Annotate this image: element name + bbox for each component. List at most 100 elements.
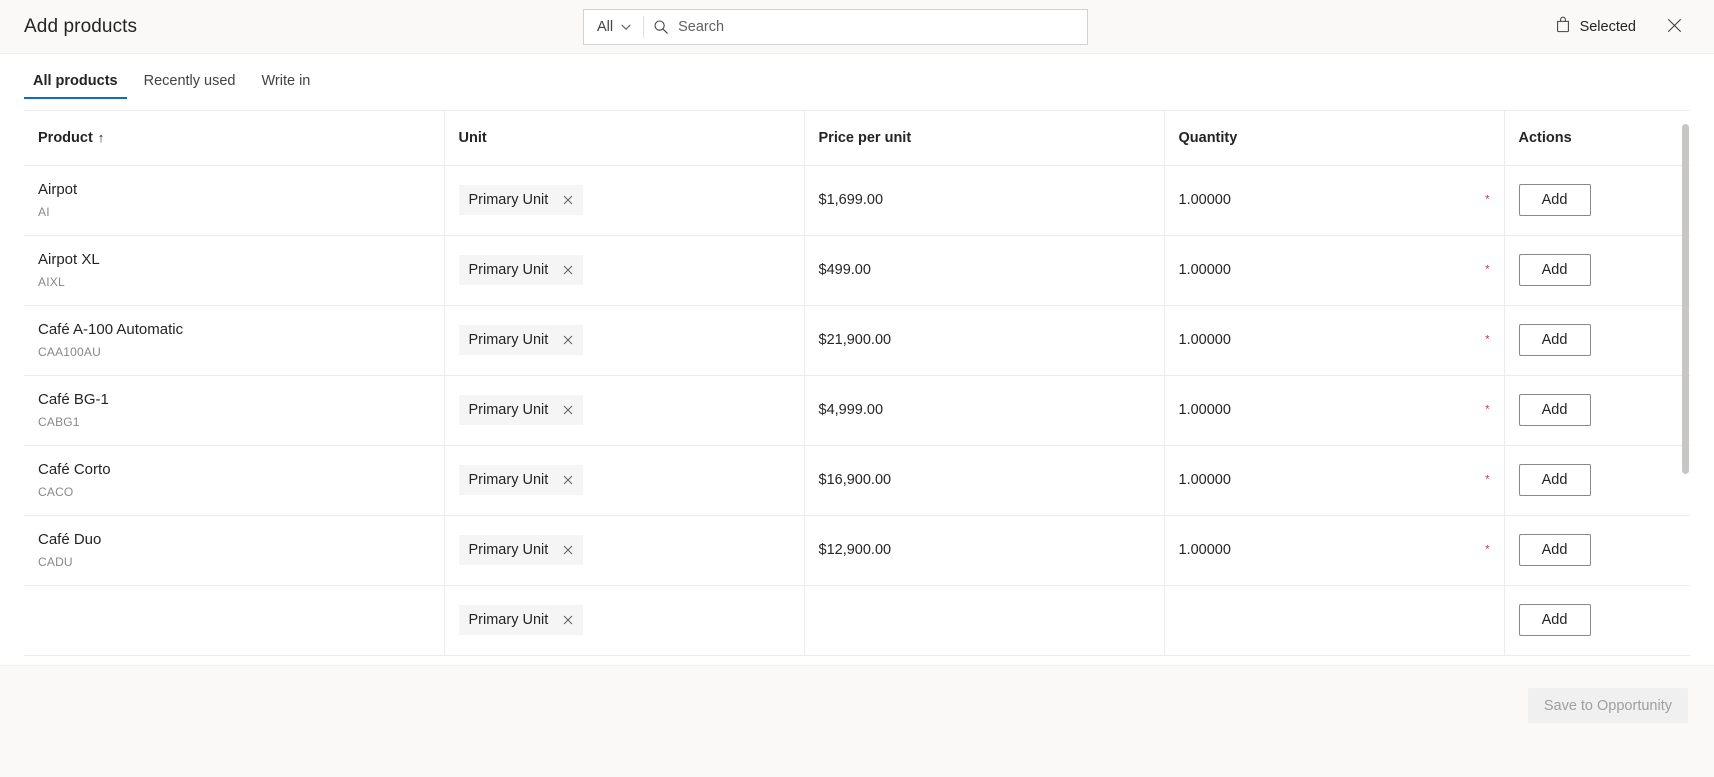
add-button[interactable]: Add [1518, 534, 1591, 566]
add-button[interactable]: Add [1518, 254, 1591, 286]
table-row[interactable]: Airpot AI Primary Unit $1,699.00 1.00000… [24, 165, 1690, 236]
chevron-down-icon [620, 21, 632, 33]
vertical-scrollbar[interactable] [1681, 111, 1690, 665]
product-code: AIXL [38, 274, 65, 289]
cell-product: Café A-100 Automatic CAA100AU [24, 305, 445, 376]
unit-chip[interactable]: Primary Unit [458, 325, 584, 355]
add-button[interactable]: Add [1518, 604, 1591, 636]
close-icon[interactable] [562, 614, 574, 626]
add-button[interactable]: Add [1518, 324, 1591, 356]
unit-chip[interactable]: Primary Unit [458, 255, 584, 285]
column-header-product[interactable]: Product ↑ [24, 111, 445, 166]
add-button[interactable]: Add [1518, 394, 1591, 426]
required-indicator: * [1485, 473, 1490, 486]
unit-chip[interactable]: Primary Unit [458, 605, 584, 635]
cell-actions: Add [1504, 165, 1690, 236]
search-scope-label: All [597, 19, 614, 35]
product-code: AI [38, 204, 50, 219]
selected-button-label: Selected [1579, 18, 1636, 35]
table-row[interactable]: Café Corto CACO Primary Unit $16,900.00 [24, 445, 1690, 516]
unit-chip-label: Primary Unit [468, 192, 549, 208]
save-to-opportunity-button[interactable]: Save to Opportunity [1527, 688, 1688, 723]
selected-button[interactable]: Selected [1543, 10, 1648, 44]
cell-actions: Add [1504, 375, 1690, 446]
close-button[interactable] [1654, 9, 1694, 45]
column-header-price-per-unit[interactable]: Price per unit [804, 111, 1165, 166]
product-name: Café A-100 Automatic [38, 321, 184, 339]
cell-quantity[interactable] [1164, 585, 1505, 656]
cell-unit: Primary Unit [444, 305, 805, 376]
header-actions: Selected [1543, 9, 1714, 45]
quantity-value: 1.00000 [1178, 542, 1231, 558]
cell-unit: Primary Unit [444, 235, 805, 306]
column-header-quantity[interactable]: Quantity [1164, 111, 1505, 166]
tab-write-in[interactable]: Write in [252, 73, 319, 100]
column-header-product-label: Product [38, 129, 93, 146]
cell-product: Café BG-1 CABG1 [24, 375, 445, 446]
cell-price: $1,699.00 [804, 165, 1165, 236]
unit-chip[interactable]: Primary Unit [458, 185, 584, 215]
cell-product: Café Duo CADU [24, 515, 445, 586]
cell-unit: Primary Unit [444, 445, 805, 516]
search-scope-dropdown[interactable]: All [584, 10, 643, 44]
cell-product: Café Corto CACO [24, 445, 445, 516]
cell-actions: Add [1504, 515, 1690, 586]
add-button[interactable]: Add [1518, 184, 1591, 216]
cell-price [804, 585, 1165, 656]
unit-chip-label: Primary Unit [468, 332, 549, 348]
unit-chip-label: Primary Unit [468, 612, 549, 628]
close-icon[interactable] [562, 264, 574, 276]
shopping-bag-icon [1555, 16, 1571, 37]
table-row[interactable]: Café Duo CADU Primary Unit $12,900.00 1.… [24, 515, 1690, 586]
product-name: Airpot XL [38, 251, 100, 269]
cell-quantity[interactable]: 1.00000 * [1164, 235, 1505, 306]
cell-quantity[interactable]: 1.00000 * [1164, 305, 1505, 376]
close-icon[interactable] [562, 194, 574, 206]
table-header-row: Product ↑ Unit Price per unit Quantity Ac… [24, 111, 1690, 166]
table-row[interactable]: Primary Unit Add [24, 585, 1690, 656]
cell-quantity[interactable]: 1.00000 * [1164, 445, 1505, 516]
unit-chip[interactable]: Primary Unit [458, 535, 584, 565]
table-body: Airpot AI Primary Unit $1,699.00 1.00000… [24, 165, 1690, 656]
cell-quantity[interactable]: 1.00000 * [1164, 165, 1505, 236]
table-row[interactable]: Café A-100 Automatic CAA100AU Primary Un… [24, 305, 1690, 376]
scrollbar-thumb[interactable] [1682, 124, 1689, 474]
cell-quantity[interactable]: 1.00000 * [1164, 515, 1505, 586]
tab-list: All products Recently used Write in [0, 54, 1714, 100]
close-icon[interactable] [562, 404, 574, 416]
cell-product: Airpot XL AIXL [24, 235, 445, 306]
add-products-dialog: Add products All Search Selected All pro… [0, 0, 1714, 777]
unit-chip-label: Primary Unit [468, 542, 549, 558]
quantity-value: 1.00000 [1178, 192, 1231, 208]
page-title: Add products [24, 15, 138, 37]
required-indicator: * [1485, 193, 1490, 206]
sort-ascending-icon: ↑ [97, 129, 105, 145]
cell-price: $16,900.00 [804, 445, 1165, 516]
unit-chip[interactable]: Primary Unit [458, 395, 584, 425]
product-code: CAA100AU [38, 344, 101, 359]
close-icon[interactable] [562, 474, 574, 486]
add-button[interactable]: Add [1518, 464, 1591, 496]
unit-chip-label: Primary Unit [468, 262, 549, 278]
cell-quantity[interactable]: 1.00000 * [1164, 375, 1505, 446]
table-row[interactable]: Airpot XL AIXL Primary Unit $499.00 1.00… [24, 235, 1690, 306]
column-header-unit[interactable]: Unit [444, 111, 805, 166]
required-indicator: * [1485, 403, 1490, 416]
cell-actions: Add [1504, 235, 1690, 306]
product-code: CABG1 [38, 414, 80, 429]
tab-all-products[interactable]: All products [24, 73, 127, 100]
close-icon[interactable] [562, 334, 574, 346]
product-code: CACO [38, 484, 74, 499]
table-row[interactable]: Café BG-1 CABG1 Primary Unit $4,999.00 1… [24, 375, 1690, 446]
tab-recently-used[interactable]: Recently used [135, 73, 245, 100]
search-bar[interactable]: All [583, 9, 1088, 45]
cell-unit: Primary Unit [444, 515, 805, 586]
search-input[interactable] [678, 10, 1087, 44]
unit-chip[interactable]: Primary Unit [458, 465, 584, 495]
cell-price: $12,900.00 [804, 515, 1165, 586]
cell-actions: Add [1504, 445, 1690, 516]
close-icon [1666, 17, 1683, 37]
close-icon[interactable] [562, 544, 574, 556]
product-name: Café BG-1 [38, 391, 109, 409]
dialog-footer: Save to Opportunity [0, 665, 1714, 777]
